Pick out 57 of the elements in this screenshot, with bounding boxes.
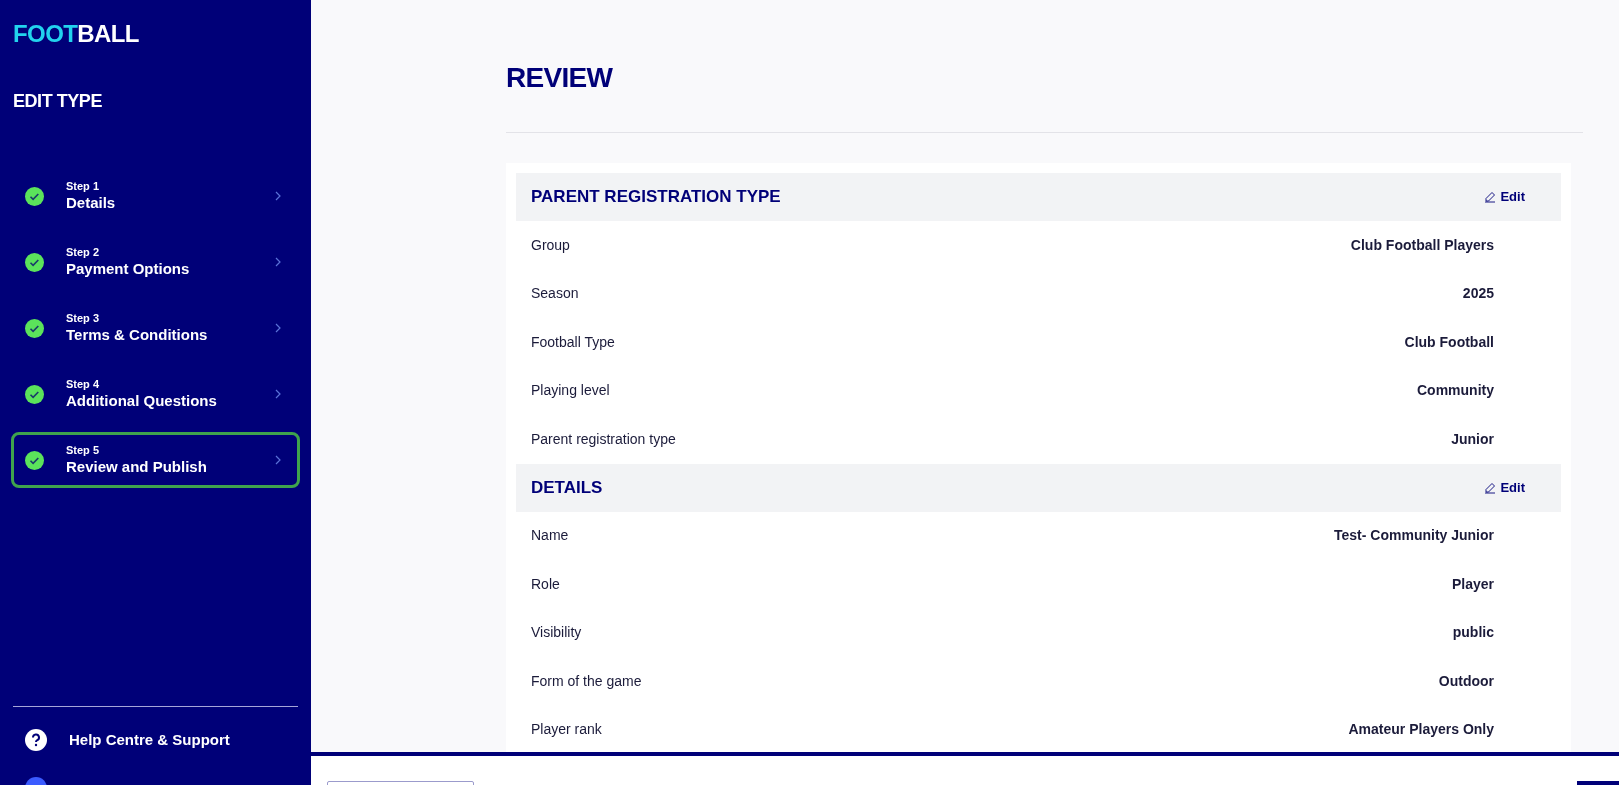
field-label: Name	[531, 526, 569, 546]
field-label: Player rank	[531, 720, 602, 740]
step-number: Step 1	[66, 179, 100, 194]
edit-button[interactable]: Edit	[1484, 477, 1525, 498]
field-value: Player	[1451, 574, 1494, 594]
step-item[interactable]: Step 5 Review and Publish	[11, 432, 300, 488]
pencil-icon	[1484, 191, 1497, 203]
chevron-right-icon	[275, 389, 281, 399]
check-icon	[25, 186, 44, 206]
step-number: Step 5	[66, 443, 100, 458]
sidebar-title: EDIT TYPE	[12, 90, 103, 113]
brand-logo: FOOTBALL	[12, 19, 140, 46]
field-value: Club Football	[1404, 332, 1494, 352]
step-label: Terms & Conditions	[66, 325, 209, 345]
field-label: Role	[531, 574, 560, 594]
step-label: Details	[66, 193, 117, 213]
chevron-right-icon	[275, 191, 281, 201]
chevron-right-icon	[275, 323, 281, 333]
field-value: 2025	[1462, 284, 1494, 304]
field-label: Visibility	[531, 623, 582, 643]
field-label: Playing level	[531, 381, 610, 401]
check-icon	[25, 450, 44, 470]
step-item[interactable]: Step 1 Details	[11, 168, 300, 224]
section-title: PARENT REGISTRATION TYPE	[531, 186, 781, 209]
chevron-right-icon	[275, 257, 281, 267]
step-item[interactable]: Step 3 Terms & Conditions	[11, 300, 300, 356]
field-label: Football Type	[531, 332, 615, 352]
field-value: Amateur Players Only	[1348, 720, 1494, 740]
field-label: Season	[531, 284, 579, 304]
field-value: Outdoor	[1438, 671, 1494, 691]
field-value: Test- Community Junior	[1334, 526, 1494, 546]
help-icon	[25, 728, 47, 751]
chevron-right-icon	[275, 455, 281, 465]
user-icon[interactable]	[25, 777, 47, 785]
check-icon	[25, 384, 44, 404]
page-title: REVIEW	[506, 61, 614, 95]
check-icon	[25, 252, 44, 272]
help-link[interactable]: Help Centre & Support	[69, 728, 230, 751]
step-number: Step 3	[66, 311, 100, 326]
step-item[interactable]: Step 2 Payment Options	[11, 234, 300, 290]
field-value: Community	[1417, 381, 1494, 401]
check-icon	[25, 318, 44, 338]
step-label: Review and Publish	[66, 457, 208, 477]
field-value: public	[1452, 623, 1494, 643]
step-number: Step 4	[66, 377, 100, 392]
field-value: Club Football Players	[1350, 235, 1494, 255]
field-label: Parent registration type	[531, 429, 676, 449]
field-label: Form of the game	[531, 671, 642, 691]
step-label: Payment Options	[66, 259, 191, 279]
step-item[interactable]: Step 4 Additional Questions	[11, 366, 300, 422]
edit-button[interactable]: Edit	[1484, 187, 1525, 207]
step-label: Additional Questions	[66, 391, 218, 411]
section-title: DETAILS	[531, 476, 603, 499]
field-value: Junior	[1451, 429, 1494, 449]
field-label: Group	[531, 235, 570, 255]
pencil-icon	[1484, 481, 1497, 494]
step-number: Step 2	[66, 245, 100, 260]
